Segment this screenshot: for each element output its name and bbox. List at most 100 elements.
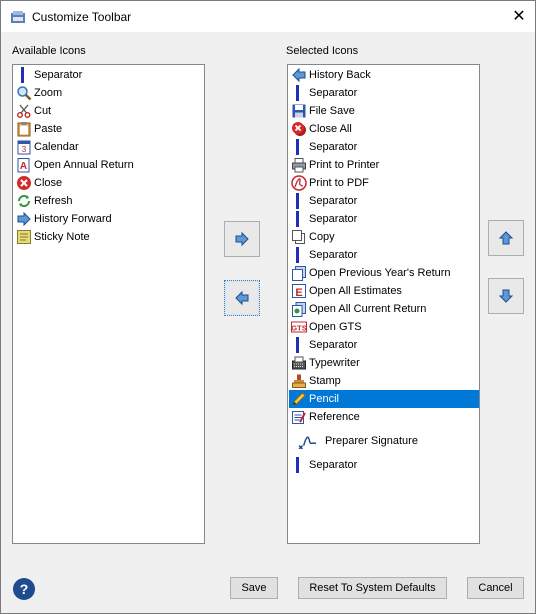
list-item-label: Separator bbox=[309, 87, 358, 99]
save-button[interactable]: Save bbox=[230, 577, 278, 599]
list-item[interactable]: Separator bbox=[14, 66, 204, 84]
title-bar: Customize Toolbar ✕ bbox=[1, 1, 535, 32]
list-item[interactable]: A Open Annual Return bbox=[14, 156, 204, 174]
list-item[interactable]: Open All Current Return bbox=[289, 300, 479, 318]
list-item[interactable]: Separator bbox=[289, 210, 479, 228]
close-circle-icon bbox=[17, 176, 31, 190]
list-item-label: Open All Current Return bbox=[309, 303, 427, 315]
reset-defaults-button[interactable]: Reset To System Defaults bbox=[298, 577, 447, 599]
list-item-label: Refresh bbox=[34, 195, 73, 207]
arrow-right-icon bbox=[17, 211, 31, 227]
selected-icons-list[interactable]: History Back Separator File Save Close All S… bbox=[287, 64, 480, 544]
list-item[interactable]: Separator bbox=[289, 336, 479, 354]
typewriter-icon bbox=[292, 356, 306, 370]
list-item[interactable]: Preparer Signature bbox=[289, 426, 479, 456]
list-item-label: Print to PDF bbox=[309, 177, 369, 189]
list-item[interactable]: Print to PDF bbox=[289, 174, 479, 192]
selected-icons-label: Selected Icons bbox=[286, 45, 359, 57]
zoom-icon bbox=[17, 86, 32, 101]
list-item[interactable]: Refresh bbox=[14, 192, 204, 210]
list-item-label: Open Annual Return bbox=[34, 159, 134, 171]
separator-icon bbox=[296, 247, 299, 263]
list-item[interactable]: Separator bbox=[289, 192, 479, 210]
sticky-note-icon bbox=[17, 230, 31, 244]
list-item-label: Zoom bbox=[34, 87, 63, 99]
close-window-button[interactable]: ✕ bbox=[509, 7, 529, 27]
list-item[interactable]: File Save bbox=[289, 102, 479, 120]
list-item[interactable]: E Open All Estimates bbox=[289, 282, 479, 300]
list-item-label: File Save bbox=[309, 105, 355, 117]
arrow-down-icon bbox=[498, 289, 514, 303]
list-item-label: History Forward bbox=[34, 213, 112, 225]
move-up-button[interactable] bbox=[488, 220, 524, 256]
arrow-right-icon bbox=[235, 231, 249, 247]
current-return-icon bbox=[292, 302, 306, 317]
list-item[interactable]: History Back bbox=[289, 66, 479, 84]
list-item[interactable]: Close bbox=[14, 174, 204, 192]
list-item[interactable]: Separator bbox=[289, 456, 479, 474]
printer-icon bbox=[292, 158, 306, 173]
refresh-icon bbox=[18, 195, 30, 207]
list-item[interactable]: Typewriter bbox=[289, 354, 479, 372]
estimates-icon: E bbox=[292, 284, 306, 299]
close-all-icon bbox=[292, 122, 306, 136]
list-item-label: Typewriter bbox=[309, 357, 360, 369]
list-item[interactable]: Print to Printer bbox=[289, 156, 479, 174]
list-item[interactable]: 3 Calendar bbox=[14, 138, 204, 156]
svg-text:GTS: GTS bbox=[291, 324, 306, 333]
list-item[interactable]: Close All bbox=[289, 120, 479, 138]
list-item-label: Open GTS bbox=[309, 321, 362, 333]
list-item[interactable]: Copy bbox=[289, 228, 479, 246]
separator-icon bbox=[296, 457, 299, 473]
list-item[interactable]: Separator bbox=[289, 84, 479, 102]
list-item-label: Separator bbox=[309, 459, 358, 471]
floppy-icon bbox=[292, 104, 306, 118]
list-item[interactable]: Paste bbox=[14, 120, 204, 138]
list-item-label: History Back bbox=[309, 69, 371, 81]
window-title: Customize Toolbar bbox=[32, 10, 132, 24]
list-item-label: Sticky Note bbox=[34, 231, 90, 243]
list-item-label: Stamp bbox=[309, 375, 341, 387]
signature-icon bbox=[298, 436, 317, 449]
cancel-button[interactable]: Cancel bbox=[467, 577, 524, 599]
calendar-icon: 3 bbox=[17, 140, 31, 155]
list-item-label: Pencil bbox=[309, 393, 339, 405]
list-item[interactable]: Sticky Note bbox=[14, 228, 204, 246]
available-icons-list[interactable]: Separator Zoom Cut Paste 3 Calendar A Open Annu… bbox=[12, 64, 205, 544]
list-item-label: Open Previous Year's Return bbox=[309, 267, 451, 279]
move-down-button[interactable] bbox=[488, 278, 524, 314]
list-item[interactable]: Separator bbox=[289, 246, 479, 264]
list-item[interactable]: Pencil bbox=[289, 390, 479, 408]
separator-icon bbox=[21, 67, 24, 83]
list-item-label: Paste bbox=[34, 123, 63, 135]
app-icon bbox=[11, 11, 25, 23]
list-item[interactable]: Reference bbox=[289, 408, 479, 426]
separator-icon bbox=[296, 85, 299, 101]
arrow-left-icon bbox=[292, 67, 306, 83]
previous-year-icon bbox=[292, 266, 306, 281]
list-item-label: Close bbox=[34, 177, 63, 189]
list-item[interactable]: History Forward bbox=[14, 210, 204, 228]
list-item-label: Separator bbox=[309, 195, 358, 207]
separator-icon bbox=[296, 211, 299, 227]
help-icon[interactable]: ? bbox=[13, 578, 35, 600]
svg-text:E: E bbox=[295, 287, 302, 299]
add-icon-button[interactable] bbox=[224, 221, 260, 257]
list-item-label: Close All bbox=[309, 123, 352, 135]
list-item[interactable]: Separator bbox=[289, 138, 479, 156]
available-icons-label: Available Icons bbox=[12, 45, 86, 57]
list-item[interactable]: Zoom bbox=[14, 84, 204, 102]
list-item-label: Copy bbox=[309, 231, 335, 243]
list-item-label: Separator bbox=[309, 141, 358, 153]
pdf-icon bbox=[291, 175, 307, 191]
list-item-label: Separator bbox=[309, 213, 358, 225]
list-item[interactable]: GTS Open GTS bbox=[289, 318, 479, 336]
reference-icon bbox=[292, 411, 306, 424]
remove-icon-button[interactable] bbox=[224, 280, 260, 316]
list-item[interactable]: Cut bbox=[14, 102, 204, 120]
list-item-label: Print to Printer bbox=[309, 159, 380, 171]
list-item[interactable]: Open Previous Year's Return bbox=[289, 264, 479, 282]
svg-text:3: 3 bbox=[22, 145, 27, 154]
pencil-icon bbox=[292, 392, 306, 406]
list-item[interactable]: Stamp bbox=[289, 372, 479, 390]
